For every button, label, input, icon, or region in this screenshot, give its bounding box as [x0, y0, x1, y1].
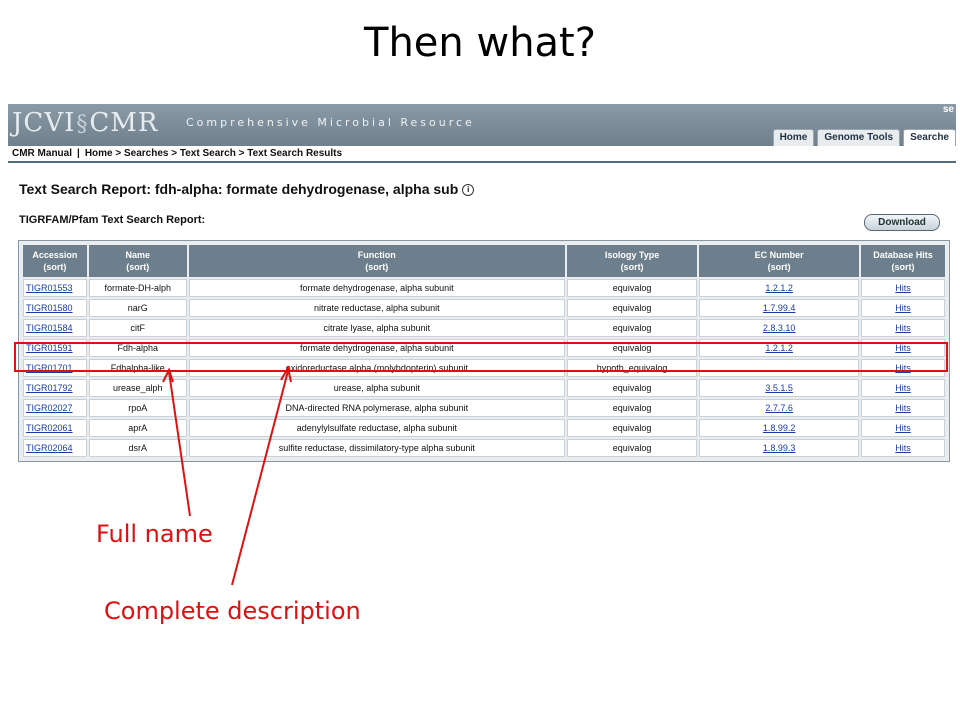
full-name-label: Full name — [96, 520, 213, 548]
arrowhead-full-name — [162, 367, 174, 383]
complete-description-label: Complete description — [104, 597, 361, 625]
arrow-full-name — [168, 371, 191, 517]
arrow-description — [231, 370, 289, 586]
